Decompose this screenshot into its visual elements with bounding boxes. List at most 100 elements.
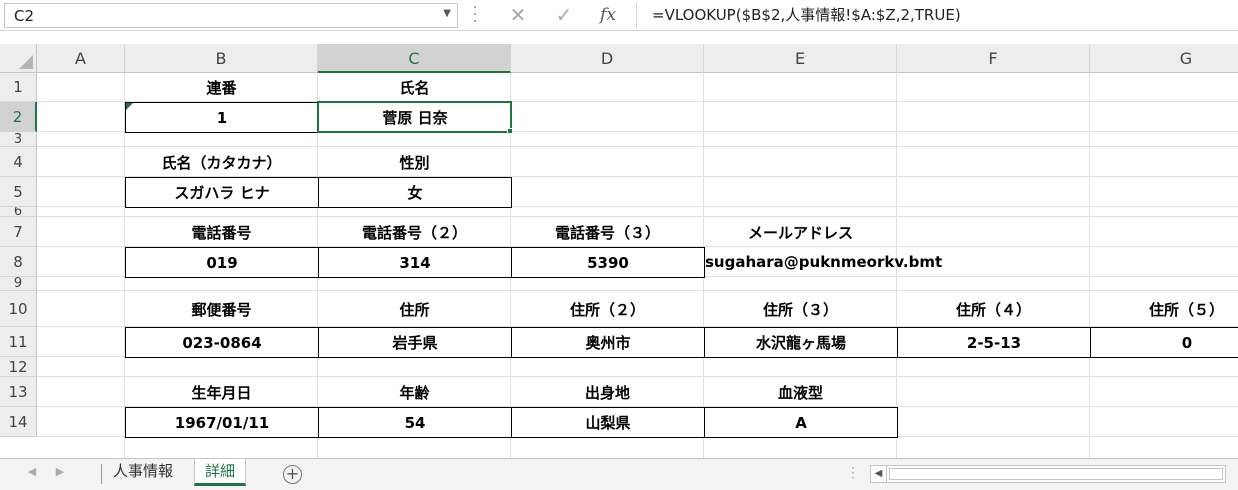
horizontal-scrollbar[interactable]: ◀ — [870, 465, 1226, 483]
cell-d8[interactable]: 5390 — [511, 247, 705, 278]
cell-c13[interactable]: 年齢 — [318, 377, 511, 407]
cell-c8[interactable]: 314 — [318, 247, 512, 278]
cell-d14[interactable]: 山梨県 — [511, 407, 705, 438]
cell-f11[interactable]: 2-5-13 — [897, 327, 1091, 358]
cell-c14[interactable]: 54 — [318, 407, 512, 438]
cell-value: 019 — [206, 253, 238, 272]
cell-c4[interactable]: 性別 — [318, 147, 511, 177]
row-header-5[interactable]: 5 — [0, 177, 37, 207]
cell-e14[interactable]: A — [704, 407, 898, 438]
scroll-left-icon[interactable]: ◀ — [871, 466, 887, 482]
column-header-a[interactable]: A — [37, 44, 125, 73]
cell-e11[interactable]: 水沢龍ヶ馬場 — [704, 327, 898, 358]
cell-c11[interactable]: 岩手県 — [318, 327, 512, 358]
insert-function-button[interactable]: fx — [592, 2, 624, 28]
cell-value: 女 — [407, 184, 423, 202]
name-box[interactable]: C2 ▼ — [4, 3, 458, 28]
cell-value: 住所（５） — [1148, 300, 1224, 319]
row-header-1[interactable]: 1 — [0, 73, 37, 102]
cell-d7[interactable]: 電話番号（３） — [511, 217, 704, 247]
row-header-6[interactable]: 6 — [0, 207, 37, 217]
cell-value: 電話番号 — [191, 223, 252, 242]
cell-value: 氏名 — [399, 79, 430, 97]
scroll-left-icon[interactable]: ◀ — [24, 465, 40, 478]
divider — [101, 464, 102, 484]
row-header-13[interactable]: 13 — [0, 377, 37, 407]
more-icon[interactable]: · · · — [851, 462, 855, 484]
sheet-tab-jinji[interactable]: 人事情報 — [103, 459, 183, 486]
row-header-9[interactable]: 9 — [0, 277, 37, 291]
cell-b1[interactable]: 連番 — [125, 73, 318, 102]
column-header-f[interactable]: F — [897, 44, 1090, 73]
row-header-10[interactable]: 10 — [0, 291, 37, 327]
cell-c7[interactable]: 電話番号（２） — [318, 217, 511, 247]
row-header-3[interactable]: 3 — [0, 132, 37, 147]
add-sheet-button[interactable]: + — [283, 465, 302, 484]
row-header-12[interactable]: 12 — [0, 357, 37, 377]
check-icon[interactable]: ✓ — [550, 2, 578, 28]
row-header-8[interactable]: 8 — [0, 247, 37, 277]
cell-value: 年齢 — [399, 383, 430, 402]
cell-c10[interactable]: 住所 — [318, 291, 511, 327]
cell-value: 血液型 — [777, 383, 823, 402]
cell-e13[interactable]: 血液型 — [704, 377, 897, 407]
cell-d13[interactable]: 出身地 — [511, 377, 704, 407]
cell-value: 出身地 — [584, 383, 630, 402]
cell-value: 奥州市 — [585, 334, 631, 352]
cell-b8[interactable]: 019 — [125, 247, 319, 278]
error-indicator-icon[interactable] — [126, 103, 133, 110]
cell-value: A — [795, 413, 807, 432]
cell-b4[interactable]: 氏名（カタカナ） — [125, 147, 318, 177]
cell-c1[interactable]: 氏名 — [318, 73, 511, 102]
name-box-value: C2 — [14, 7, 35, 25]
sheet-tab-shosai[interactable]: 詳細 — [194, 459, 247, 486]
more-icon[interactable]: · · · — [472, 1, 478, 29]
row-header-7[interactable]: 7 — [0, 217, 37, 247]
cell-g10[interactable]: 住所（５） — [1090, 291, 1238, 327]
cell-e10[interactable]: 住所（３） — [704, 291, 897, 327]
cell-b5[interactable]: スガハラ ヒナ — [125, 177, 319, 208]
cell-e8[interactable]: sugahara@puknmeorkv.bmt — [704, 247, 942, 277]
cell-b13[interactable]: 生年月日 — [125, 377, 318, 407]
row-header-11[interactable]: 11 — [0, 327, 37, 357]
cell-value: 郵便番号 — [191, 300, 252, 319]
cell-value: 314 — [399, 253, 431, 272]
chevron-down-icon[interactable]: ▼ — [443, 8, 451, 19]
cell-g11[interactable]: 0 — [1090, 327, 1238, 358]
worksheet-grid[interactable]: ABCDEFG 1 2 3 4 5 6 7 8 9 10 11 12 13 14 連番 氏名 1 菅原 日奈 氏名… — [0, 44, 1238, 458]
column-header-c[interactable]: C — [318, 44, 511, 73]
cell-value: 023-0864 — [182, 333, 262, 352]
cell-b11[interactable]: 023-0864 — [125, 327, 319, 358]
scroll-right-icon[interactable]: ▶ — [52, 465, 68, 478]
cell-value: 氏名（カタカナ） — [161, 153, 282, 172]
cell-c2[interactable]: 菅原 日奈 — [318, 102, 512, 133]
close-icon[interactable]: ✕ — [504, 2, 532, 28]
cell-b14[interactable]: 1967/01/11 — [125, 407, 319, 438]
column-header-g[interactable]: G — [1090, 44, 1238, 73]
cell-e7[interactable]: メールアドレス — [704, 217, 897, 247]
cell-b10[interactable]: 郵便番号 — [125, 291, 318, 327]
cell-value: メールアドレス — [747, 223, 853, 242]
cell-f10[interactable]: 住所（４） — [897, 291, 1090, 327]
cell-value: 住所 — [399, 300, 430, 319]
cell-value: 電話番号（３） — [554, 223, 660, 242]
fill-handle[interactable] — [507, 128, 513, 134]
row-header-14[interactable]: 14 — [0, 407, 37, 437]
scrollbar-thumb[interactable] — [889, 468, 1223, 480]
column-header-e[interactable]: E — [704, 44, 897, 73]
row-header-4[interactable]: 4 — [0, 147, 37, 177]
cell-value: 連番 — [206, 79, 237, 97]
cell-b7[interactable]: 電話番号 — [125, 217, 318, 247]
column-header-d[interactable]: D — [511, 44, 704, 73]
cell-value: sugahara@puknmeorkv.bmt — [705, 253, 943, 271]
cell-d10[interactable]: 住所（２） — [511, 291, 704, 327]
column-header-b[interactable]: B — [125, 44, 318, 73]
cell-c5[interactable]: 女 — [318, 177, 512, 208]
cell-value: 5390 — [587, 253, 629, 272]
row-header-2[interactable]: 2 — [0, 102, 37, 132]
cell-value: 生年月日 — [191, 383, 252, 402]
formula-input[interactable]: =VLOOKUP($B$2,人事情報!$A:$Z,2,TRUE) — [652, 4, 961, 25]
select-all-button[interactable] — [0, 44, 37, 73]
cell-d11[interactable]: 奥州市 — [511, 327, 705, 358]
cell-b2[interactable]: 1 — [125, 102, 319, 133]
